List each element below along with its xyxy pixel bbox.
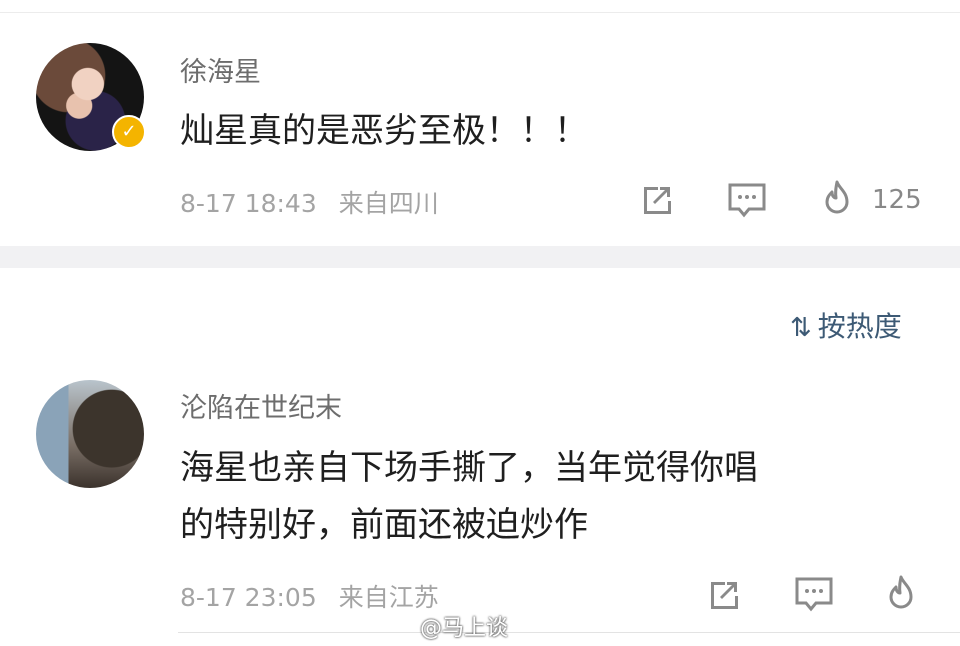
verified-badge-icon: ✓: [112, 115, 146, 149]
sort-by-hot-button[interactable]: ⇅ 按热度: [790, 305, 902, 345]
comment-time: 8-17 18:43: [180, 189, 317, 218]
comment-meta: 8-17 18:43 来自四川: [180, 184, 439, 220]
comment-time: 8-17 23:05: [180, 583, 317, 612]
comment-location: 来自四川: [338, 189, 439, 218]
like-icon[interactable]: [884, 573, 918, 613]
comment-icon[interactable]: [727, 182, 767, 218]
comment-text: 灿星真的是恶劣至极！！！: [180, 111, 588, 151]
comment-meta: 8-17 23:05 来自江苏: [180, 578, 439, 614]
share-icon[interactable]: [638, 181, 676, 217]
like-icon[interactable]: [820, 178, 854, 218]
comment-text-line2: 的特别好，前面还被迫炒作: [180, 505, 588, 545]
comment-icon[interactable]: [794, 576, 834, 612]
top-divider: [0, 12, 960, 13]
comment-username[interactable]: 沦陷在世纪末: [180, 386, 342, 425]
share-icon[interactable]: [705, 576, 743, 612]
avatar-image: [36, 380, 144, 488]
avatar[interactable]: [36, 380, 144, 488]
watermark: @马上谈: [420, 616, 509, 641]
comment-text-line1: 海星也亲自下场手撕了，当年觉得你唱: [180, 448, 758, 488]
sort-label: 按热度: [817, 310, 902, 343]
bottom-divider: [178, 632, 960, 633]
sort-icon: ⇅: [790, 313, 812, 343]
comment-location: 来自江苏: [338, 583, 439, 612]
comment-username[interactable]: 徐海星: [180, 50, 261, 89]
like-count: 125: [872, 185, 922, 215]
avatar[interactable]: ✓: [36, 43, 146, 151]
section-separator: [0, 246, 960, 268]
